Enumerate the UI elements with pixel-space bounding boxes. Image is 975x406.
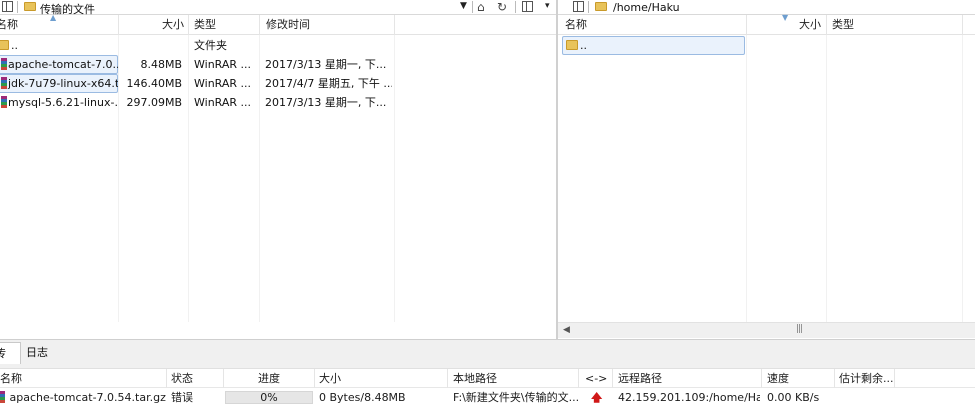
column-name[interactable]: 名称	[561, 15, 741, 35]
file-row[interactable]: jdk-7u79-linux-x64.t... 146.40MB WinRAR …	[0, 74, 556, 93]
column-type[interactable]: 类型	[190, 15, 260, 35]
tab-transfers[interactable]: 传输	[0, 342, 21, 364]
refresh-icon[interactable]: ↻	[497, 0, 507, 14]
remote-file-pane: /home/Haku ▼ 名称 大小 类型 .. ◀ |||	[558, 0, 975, 339]
path-dropdown-icon[interactable]: ▼	[460, 1, 467, 11]
column-size[interactable]: 大小	[746, 15, 825, 35]
column-eta[interactable]: 估计剩余...	[836, 369, 894, 388]
file-row[interactable]: .. 文件夹	[0, 36, 556, 55]
file-type: WinRAR ...	[194, 58, 252, 71]
transfer-speed: 0.00 KB/s	[767, 391, 820, 404]
file-modified	[262, 36, 392, 55]
file-name: mysql-5.6.21-linux-...	[0, 93, 118, 112]
file-size: 146.40MB	[126, 77, 182, 90]
view-dropdown-icon[interactable]: ▾	[545, 1, 550, 11]
transfer-table-header: 名称 状态 进度 大小 本地路径 <-> 远程路径 速度 估计剩余...	[0, 368, 975, 388]
winrar-archive-icon	[1, 77, 7, 89]
column-size[interactable]: 大小	[118, 15, 188, 35]
folder-icon	[24, 2, 36, 11]
file-type: WinRAR ...	[194, 77, 252, 90]
column-progress[interactable]: 进度	[255, 369, 315, 388]
winrar-archive-icon	[1, 58, 7, 70]
remote-column-headers: ▼ 名称 大小 类型	[558, 13, 975, 35]
local-file-pane: 传输的文件 ▼ ⌂ ↻ ▾ ▲ 名称 大小 类型 修改时间 .. 文件夹 apa…	[0, 0, 556, 339]
scroll-left-icon[interactable]: ◀	[563, 325, 570, 335]
column-direction[interactable]: <->	[582, 369, 612, 388]
transfer-row[interactable]: apache-tomcat-7.0.54.tar.gz 错误 0% 0 Byte…	[0, 388, 975, 406]
column-modified[interactable]: 修改时间	[262, 15, 392, 35]
folder-icon	[0, 40, 9, 50]
column-local-path[interactable]: 本地路径	[450, 369, 575, 388]
transfer-size: 0 Bytes/8.48MB	[319, 391, 406, 404]
file-name: jdk-7u79-linux-x64.t...	[0, 74, 118, 93]
winrar-archive-icon	[0, 391, 5, 403]
transfer-eta	[836, 388, 894, 406]
transfer-local-path: F:\新建文件夹\传输的文...	[453, 391, 578, 404]
file-modified: 2017/3/13 星期一, 下...	[265, 58, 387, 71]
transfer-progress-bar: 0%	[225, 391, 313, 404]
tab-log[interactable]: 日志	[22, 342, 62, 364]
file-size	[118, 36, 185, 55]
folder-icon	[595, 2, 607, 11]
winrar-archive-icon	[1, 96, 7, 108]
column-name[interactable]: 名称	[0, 369, 117, 388]
scroll-grip-icon[interactable]: |||	[796, 324, 803, 334]
transfer-panel: 传输 日志 名称 状态 进度 大小 本地路径 <-> 远程路径 速度 估计剩余.…	[0, 339, 975, 406]
folder-icon	[566, 40, 578, 50]
column-remote-path[interactable]: 远程路径	[615, 369, 755, 388]
home-icon[interactable]: ⌂	[477, 0, 485, 14]
remote-path-bar: /home/Haku	[558, 0, 975, 15]
file-modified: 2017/4/7 星期五, 下午 ...	[265, 77, 392, 90]
panel-toggle-icon[interactable]	[573, 1, 584, 12]
file-size: 8.48MB	[140, 58, 182, 71]
panel-toggle-icon[interactable]	[2, 1, 13, 12]
remote-path-input[interactable]: /home/Haku	[613, 1, 680, 14]
file-type: WinRAR ...	[194, 96, 252, 109]
column-name[interactable]: 名称	[0, 15, 112, 35]
upload-arrow-icon: 🡅	[591, 391, 603, 404]
file-size: 297.09MB	[126, 96, 182, 109]
file-name: ..	[563, 36, 743, 55]
column-status[interactable]: 状态	[168, 369, 223, 388]
transfer-status: 错误	[171, 391, 193, 404]
column-type[interactable]: 类型	[828, 15, 908, 35]
file-row[interactable]: ..	[558, 36, 975, 55]
file-modified: 2017/3/13 星期一, 下...	[265, 96, 387, 109]
transfer-remote-path: 42.159.201.109:/home/Ha...	[618, 391, 760, 404]
transfer-name: apache-tomcat-7.0.54.tar.gz	[0, 388, 166, 406]
file-name: apache-tomcat-7.0....	[0, 55, 118, 74]
file-row[interactable]: mysql-5.6.21-linux-... 297.09MB WinRAR .…	[0, 93, 556, 112]
file-type: 文件夹	[194, 39, 227, 52]
horizontal-scrollbar[interactable]: ◀ |||	[558, 322, 975, 338]
file-row[interactable]: apache-tomcat-7.0.... 8.48MB WinRAR ... …	[0, 55, 556, 74]
column-size[interactable]: 大小	[316, 369, 446, 388]
progress-label: 0%	[260, 391, 278, 404]
local-path-bar: 传输的文件 ▼ ⌂ ↻ ▾	[0, 0, 556, 16]
column-speed[interactable]: 速度	[764, 369, 834, 388]
view-mode-icon[interactable]	[522, 1, 533, 12]
local-column-headers: ▲ 名称 大小 类型 修改时间	[0, 13, 556, 35]
file-name: ..	[0, 36, 118, 55]
